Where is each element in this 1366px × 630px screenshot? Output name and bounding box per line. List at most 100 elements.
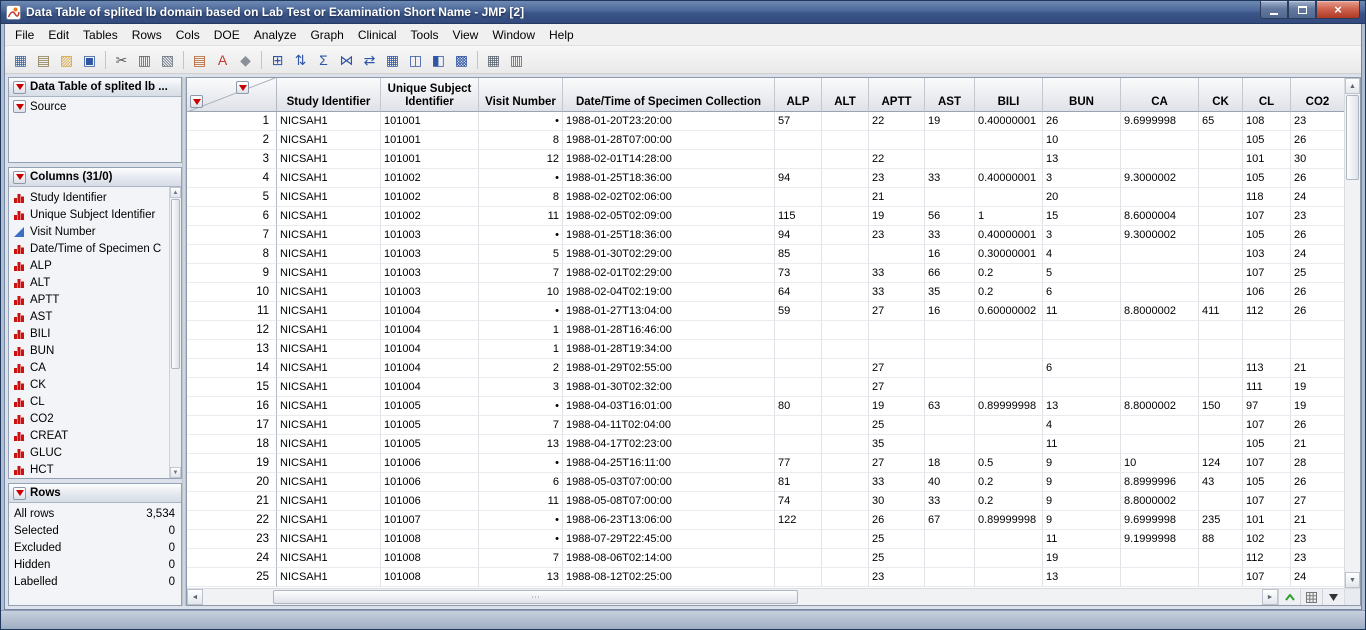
- cell[interactable]: 26: [1291, 302, 1344, 321]
- cell[interactable]: [822, 150, 869, 169]
- column-item-gluc[interactable]: GLUC: [9, 444, 169, 461]
- cell[interactable]: [975, 131, 1043, 150]
- cell[interactable]: 8: [479, 188, 563, 207]
- cell[interactable]: 107: [1243, 207, 1291, 226]
- cell[interactable]: NICSAH1: [277, 169, 381, 188]
- cell[interactable]: 1988-01-28T07:00:00: [563, 131, 775, 150]
- cell[interactable]: [1199, 226, 1243, 245]
- cell[interactable]: 118: [1243, 188, 1291, 207]
- open-button[interactable]: ▨: [55, 49, 78, 71]
- cell[interactable]: [1199, 245, 1243, 264]
- cell[interactable]: 1988-02-02T02:06:00: [563, 188, 775, 207]
- cell[interactable]: [1121, 283, 1199, 302]
- cell[interactable]: •: [479, 226, 563, 245]
- new-journal-button[interactable]: ▤: [32, 49, 55, 71]
- row-number-cell[interactable]: 13: [187, 340, 277, 359]
- cell[interactable]: 16: [925, 302, 975, 321]
- cell[interactable]: 25: [869, 416, 925, 435]
- cell[interactable]: [1243, 340, 1291, 359]
- cell[interactable]: 101003: [381, 245, 479, 264]
- row-number-cell[interactable]: 24: [187, 549, 277, 568]
- row-number-cell[interactable]: 14: [187, 359, 277, 378]
- cell[interactable]: NICSAH1: [277, 245, 381, 264]
- cell[interactable]: NICSAH1: [277, 530, 381, 549]
- cell[interactable]: [1199, 416, 1243, 435]
- jmp-app-icon[interactable]: [6, 5, 21, 20]
- cell[interactable]: 8.8000002: [1121, 302, 1199, 321]
- cell[interactable]: 23: [869, 568, 925, 587]
- print-button[interactable]: ▤: [188, 49, 211, 71]
- cell[interactable]: [1199, 435, 1243, 454]
- column-header-ck[interactable]: CK: [1199, 78, 1243, 112]
- cell[interactable]: 35: [925, 283, 975, 302]
- cell[interactable]: 35: [869, 435, 925, 454]
- cell[interactable]: 33: [925, 226, 975, 245]
- horizontal-scrollbar[interactable]: ◄ ⋯ ►: [187, 588, 1278, 605]
- cell[interactable]: NICSAH1: [277, 321, 381, 340]
- cell[interactable]: [925, 416, 975, 435]
- cell[interactable]: NICSAH1: [277, 549, 381, 568]
- cell[interactable]: 101004: [381, 340, 479, 359]
- sort-button[interactable]: ⇅: [289, 49, 312, 71]
- cell[interactable]: NICSAH1: [277, 207, 381, 226]
- cell[interactable]: [975, 321, 1043, 340]
- cell[interactable]: •: [479, 397, 563, 416]
- cell[interactable]: [822, 473, 869, 492]
- cell[interactable]: [925, 568, 975, 587]
- cell[interactable]: 9: [1043, 492, 1121, 511]
- cell[interactable]: 10: [1043, 131, 1121, 150]
- cell[interactable]: [925, 549, 975, 568]
- copy-button[interactable]: ▥: [133, 49, 156, 71]
- cell[interactable]: 101003: [381, 264, 479, 283]
- cell[interactable]: [1121, 340, 1199, 359]
- column-item-alp[interactable]: ALP: [9, 257, 169, 274]
- cell[interactable]: [1121, 359, 1199, 378]
- cell[interactable]: 0.2: [975, 473, 1043, 492]
- cell[interactable]: 0.2: [975, 264, 1043, 283]
- cell[interactable]: 30: [1291, 150, 1344, 169]
- scrollbar-thumb[interactable]: [1346, 95, 1359, 180]
- cell[interactable]: NICSAH1: [277, 283, 381, 302]
- column-item-ck[interactable]: CK: [9, 376, 169, 393]
- cell[interactable]: [925, 435, 975, 454]
- cell[interactable]: 101004: [381, 302, 479, 321]
- cell[interactable]: 74: [775, 492, 822, 511]
- cell[interactable]: 101004: [381, 359, 479, 378]
- cell[interactable]: 30: [869, 492, 925, 511]
- cell[interactable]: [1121, 549, 1199, 568]
- cell[interactable]: [925, 188, 975, 207]
- cell[interactable]: 6: [479, 473, 563, 492]
- cell[interactable]: NICSAH1: [277, 378, 381, 397]
- cell[interactable]: 1988-05-08T07:00:00: [563, 492, 775, 511]
- row-number-cell[interactable]: 7: [187, 226, 277, 245]
- row-number-cell[interactable]: 2: [187, 131, 277, 150]
- cell[interactable]: [869, 321, 925, 340]
- column-header-bili[interactable]: BILI: [975, 78, 1043, 112]
- cell[interactable]: 26: [1291, 473, 1344, 492]
- cell[interactable]: 6: [1043, 359, 1121, 378]
- cell[interactable]: 33: [925, 169, 975, 188]
- cell[interactable]: 101: [1243, 511, 1291, 530]
- cell[interactable]: 13: [479, 435, 563, 454]
- column-header-aptt[interactable]: APTT: [869, 78, 925, 112]
- cell[interactable]: 25: [869, 530, 925, 549]
- cell[interactable]: 106: [1243, 283, 1291, 302]
- cell[interactable]: NICSAH1: [277, 150, 381, 169]
- cell[interactable]: 21: [1291, 359, 1344, 378]
- cell[interactable]: 3: [1043, 226, 1121, 245]
- cut-button[interactable]: ✂: [110, 49, 133, 71]
- cell[interactable]: [1043, 378, 1121, 397]
- menu-tools[interactable]: Tools: [404, 24, 446, 45]
- row-number-cell[interactable]: 12: [187, 321, 277, 340]
- cell[interactable]: 81: [775, 473, 822, 492]
- cell[interactable]: •: [479, 454, 563, 473]
- cell[interactable]: [822, 226, 869, 245]
- column-item-bun[interactable]: BUN: [9, 342, 169, 359]
- cell[interactable]: 7: [479, 549, 563, 568]
- cell[interactable]: [775, 150, 822, 169]
- cell[interactable]: 1988-05-03T07:00:00: [563, 473, 775, 492]
- cell[interactable]: [775, 359, 822, 378]
- row-number-cell[interactable]: 11: [187, 302, 277, 321]
- row-number-cell[interactable]: 4: [187, 169, 277, 188]
- cell[interactable]: 150: [1199, 397, 1243, 416]
